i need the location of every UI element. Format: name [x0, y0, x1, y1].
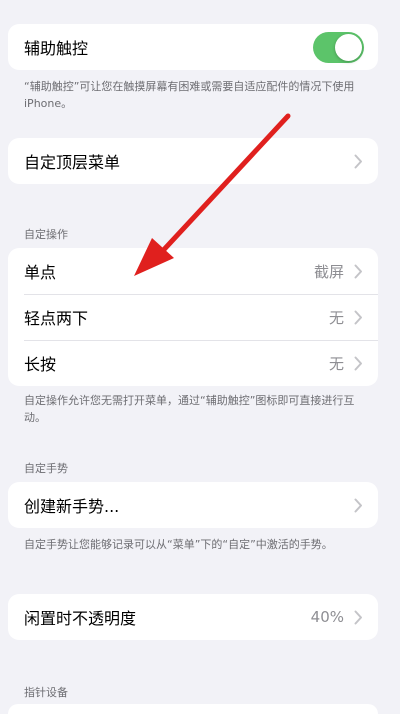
pointer-devices-header: 指针设备: [24, 686, 68, 699]
idle-opacity-row[interactable]: 闲置时不透明度 40%: [8, 594, 378, 640]
action-label: 长按: [24, 355, 57, 374]
custom-gestures-description: 自定手势让您能够记录可以从“菜单”下的“自定”中激活的手势。: [24, 538, 333, 551]
chevron-right-icon: [352, 608, 364, 626]
assistive-touch-label: 辅助触控: [24, 39, 89, 58]
idle-opacity-label: 闲置时不透明度: [24, 609, 137, 628]
top-menu-group: 自定顶层菜单: [8, 138, 378, 184]
chevron-right-icon: [352, 262, 364, 280]
idle-opacity-group: 闲置时不透明度 40%: [8, 594, 378, 640]
action-label: 轻点两下: [24, 309, 89, 328]
assistive-touch-toggle[interactable]: [313, 31, 364, 63]
custom-gestures-group: 创建新手势...: [8, 482, 378, 528]
action-value: 无: [328, 354, 344, 373]
custom-actions-header: 自定操作: [24, 228, 68, 241]
custom-actions-description: 自定操作允许您无需打开菜单，通过“辅助触控”图标即可直接进行互动。: [24, 394, 355, 424]
pointer-devices-group-top: [8, 704, 378, 714]
action-row-long-press[interactable]: 长按 无: [8, 340, 378, 386]
chevron-right-icon: [352, 152, 364, 170]
action-value: 无: [328, 308, 344, 327]
action-label: 单点: [24, 263, 57, 282]
chevron-right-icon: [352, 308, 364, 326]
action-value: 截屏: [313, 262, 344, 281]
assistive-touch-group: 辅助触控: [8, 24, 378, 70]
custom-actions-group: 单点 截屏 轻点两下 无 长按 无: [8, 248, 378, 386]
idle-opacity-value: 40%: [310, 608, 344, 626]
assistive-touch-description: “辅助触控”可让您在触摸屏幕有困难或需要自适应配件的情况下使用 iPhone。: [24, 80, 355, 110]
action-row-double-tap[interactable]: 轻点两下 无: [8, 294, 378, 340]
chevron-right-icon: [352, 496, 364, 514]
custom-gestures-header: 自定手势: [24, 462, 68, 475]
top-menu-row[interactable]: 自定顶层菜单: [8, 138, 378, 184]
top-menu-label: 自定顶层菜单: [24, 153, 121, 172]
assistive-touch-row: 辅助触控: [8, 24, 378, 70]
toggle-knob: [335, 33, 362, 61]
action-row-single-tap[interactable]: 单点 截屏: [8, 248, 378, 294]
create-gesture-row[interactable]: 创建新手势...: [8, 482, 378, 528]
chevron-right-icon: [352, 354, 364, 372]
create-gesture-label: 创建新手势...: [24, 497, 120, 516]
